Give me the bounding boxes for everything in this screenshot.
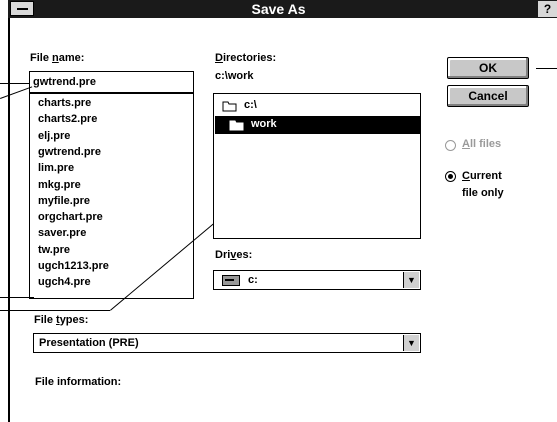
window-title: Save As	[251, 1, 306, 17]
help-button[interactable]: ?	[538, 1, 557, 17]
cancel-button[interactable]: Cancel	[447, 85, 529, 107]
file-list-item[interactable]: orgchart.pre	[38, 211, 103, 224]
file-types-value: Presentation (PRE)	[39, 337, 139, 349]
file-list-item[interactable]: lim.pre	[38, 162, 74, 175]
all-files-label: All files	[462, 138, 502, 150]
directory-item-label: c:\	[244, 99, 257, 111]
all-files-radio[interactable]	[445, 140, 456, 151]
current-file-only-label-line2: file only	[462, 187, 504, 199]
callout-line	[0, 86, 33, 99]
file-list-item[interactable]: myfile.pre	[38, 195, 90, 208]
file-name-label: File name:	[30, 52, 85, 64]
drives-label: Drives:	[215, 249, 253, 261]
file-types-dropdown[interactable]: Presentation (PRE) ▼	[33, 333, 421, 353]
file-list-item[interactable]: gwtrend.pre	[38, 146, 101, 159]
drives-dropdown[interactable]: c: ▼	[213, 270, 421, 290]
folder-icon	[229, 120, 244, 131]
callout-line	[536, 68, 557, 69]
directory-item[interactable]: c:\	[222, 98, 402, 114]
current-directory: c:\work	[215, 70, 254, 82]
file-list-item[interactable]: charts2.pre	[38, 113, 97, 126]
callout-line	[0, 297, 34, 298]
file-list-item[interactable]: charts.pre	[38, 97, 91, 110]
current-file-only-label: Current	[462, 170, 502, 182]
directory-list[interactable]: c:\ work	[213, 93, 421, 239]
window-left-border	[8, 18, 10, 422]
ok-button[interactable]: OK	[447, 57, 529, 79]
file-list-item[interactable]: saver.pre	[38, 227, 86, 240]
file-list-item[interactable]: ugch4.pre	[38, 276, 91, 289]
file-list[interactable]: charts.pre charts2.pre elj.pre gwtrend.pre l…	[29, 93, 194, 299]
callout-line	[0, 83, 29, 84]
file-list-item[interactable]: elj.pre	[38, 130, 70, 143]
file-list-item[interactable]: ugch1213.pre	[38, 260, 109, 273]
folder-open-icon	[222, 101, 237, 112]
radio-selected-dot	[448, 174, 453, 179]
current-file-only-radio[interactable]	[445, 171, 456, 182]
drive-icon	[222, 275, 240, 286]
dropdown-arrow-icon[interactable]: ▼	[403, 335, 419, 351]
directory-item-label: work	[251, 118, 277, 130]
file-list-item[interactable]: tw.pre	[38, 244, 70, 257]
dropdown-arrow-icon[interactable]: ▼	[403, 272, 419, 288]
drives-value: c:	[248, 274, 258, 286]
directory-item-selected[interactable]: work	[215, 116, 420, 134]
callout-line	[0, 310, 110, 311]
file-information-label: File information:	[35, 376, 122, 388]
file-list-item[interactable]: mkg.pre	[38, 179, 81, 192]
directories-label: Directories:	[215, 52, 277, 64]
file-types-label: File types:	[34, 314, 89, 326]
file-name-input[interactable]: gwtrend.pre	[29, 71, 194, 93]
